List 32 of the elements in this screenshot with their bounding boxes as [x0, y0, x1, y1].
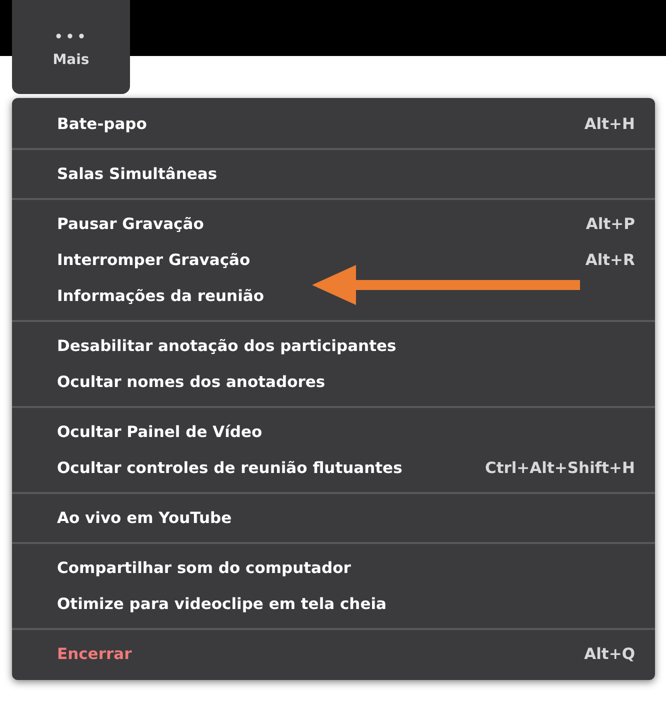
menu-item[interactable]: Informações da reunião	[12, 278, 655, 314]
menu-item[interactable]: Ao vivo em YouTube	[12, 500, 655, 536]
menu-item[interactable]: Interromper Gravação Alt+R	[12, 242, 655, 278]
menu-item[interactable]: Ocultar nomes dos anotadores	[12, 364, 655, 400]
shortcut-label: Alt+R	[585, 251, 635, 269]
menu-item[interactable]: Ocultar controles de reunião flutuantes Ctrl+Alt+Shift+H	[12, 450, 655, 486]
menu-item-label: Otimize para videoclipe em tela cheia	[57, 595, 386, 613]
shortcut-label: Alt+P	[586, 215, 635, 233]
menu-item[interactable]: Otimize para videoclipe em tela cheia	[12, 586, 655, 622]
menu-item[interactable]: Desabilitar anotação dos participantes	[12, 328, 655, 364]
menu-item-label: Informações da reunião	[57, 287, 264, 305]
shortcut-label: Alt+Q	[584, 645, 635, 663]
menu-item-label: Bate-papo	[57, 115, 147, 133]
menu-item-label: Ocultar Painel de Vídeo	[57, 423, 262, 441]
shortcut-label: Alt+H	[584, 115, 635, 133]
menu-item[interactable]: Salas Simultâneas	[12, 156, 655, 192]
menu-item-label: Salas Simultâneas	[57, 165, 218, 183]
menu-item-label: Compartilhar som do computador	[57, 559, 351, 577]
more-button[interactable]: ••• Mais	[12, 0, 130, 94]
menu-item-label: Encerrar	[57, 645, 132, 663]
menu-item-label: Ocultar nomes dos anotadores	[57, 373, 326, 391]
menu-item-label: Ocultar controles de reunião flutuantes	[57, 459, 402, 477]
menu-item-label: Ao vivo em YouTube	[57, 509, 232, 527]
menu-item[interactable]: Compartilhar som do computador	[12, 550, 655, 586]
shortcut-label: Ctrl+Alt+Shift+H	[484, 459, 635, 477]
menu-item[interactable]: Encerrar Alt+Q	[12, 636, 655, 672]
menu-item-label: Interromper Gravação	[57, 251, 250, 269]
menu-item[interactable]: Pausar Gravação Alt+P	[12, 206, 655, 242]
menu-item[interactable]: Ocultar Painel de Vídeo	[12, 414, 655, 450]
menu-item-label: Pausar Gravação	[57, 215, 204, 233]
menu-item[interactable]: Bate-papo Alt+H	[12, 106, 655, 142]
menu-item-label: Desabilitar anotação dos participantes	[57, 337, 396, 355]
